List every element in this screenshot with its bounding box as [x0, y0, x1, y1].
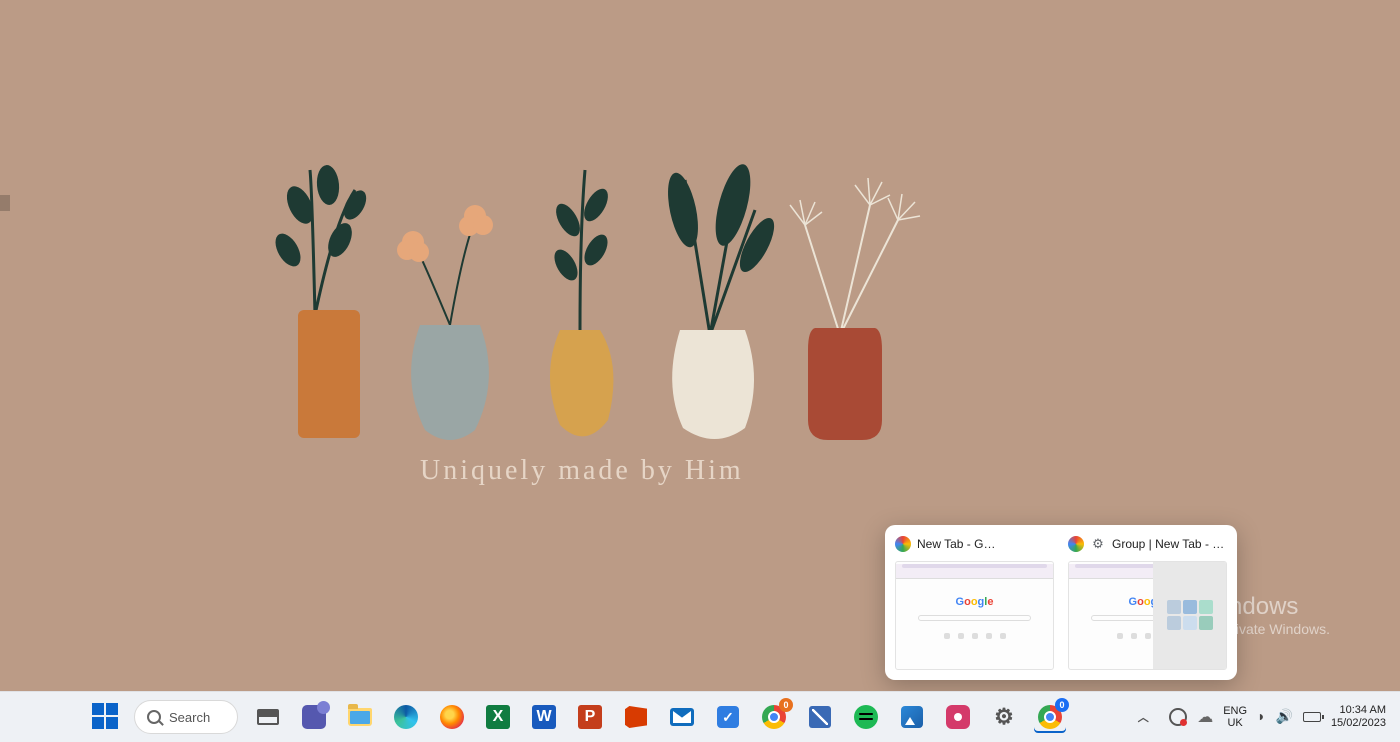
- desktop[interactable]: Uniquely made by Him Activate Windows Go…: [0, 0, 1400, 742]
- chevron-up-icon: ︿: [1138, 709, 1149, 725]
- edge-icon: [394, 705, 418, 729]
- sync-icon: [1169, 708, 1187, 726]
- preview-thumbnail: Google: [895, 561, 1054, 670]
- record-icon: [946, 705, 970, 729]
- firefox-icon: [440, 705, 464, 729]
- speaker-icon: 🔊: [1276, 708, 1293, 724]
- taskbar-search[interactable]: Search: [134, 700, 238, 734]
- excel-app[interactable]: [482, 701, 514, 733]
- desktop-edge-icon-fragment: [0, 195, 10, 211]
- chrome-app[interactable]: 0: [758, 701, 790, 733]
- language-indicator[interactable]: ENG UK: [1223, 705, 1247, 729]
- teams-app[interactable]: [298, 701, 330, 733]
- task-view-icon: [257, 709, 279, 725]
- preview-window-1[interactable]: New Tab - G… Google: [895, 535, 1054, 670]
- taskbar-clock[interactable]: 10:34 AM 15/02/2023: [1331, 704, 1386, 730]
- word-app[interactable]: [528, 701, 560, 733]
- wallpaper-caption: Uniquely made by Him: [420, 455, 744, 487]
- wallpaper-illustration: [270, 150, 950, 450]
- spotify-app[interactable]: [850, 701, 882, 733]
- tray-overflow-button[interactable]: ︿: [1127, 701, 1159, 733]
- onedrive-tray[interactable]: ☁: [1197, 707, 1213, 727]
- notification-badge: 0: [779, 698, 793, 712]
- mail-icon: [670, 708, 694, 726]
- powerpoint-icon: [578, 705, 602, 729]
- photos-app[interactable]: [896, 701, 928, 733]
- settings-app[interactable]: ⚙: [988, 701, 1020, 733]
- edge-app[interactable]: [390, 701, 422, 733]
- cloud-icon: ☁: [1197, 709, 1213, 726]
- search-label: Search: [169, 710, 210, 725]
- teams-icon: [302, 705, 326, 729]
- start-button[interactable]: [88, 700, 122, 734]
- notification-badge: 0: [1055, 698, 1069, 712]
- photos-icon: [901, 706, 923, 728]
- preview-thumbnail: Google: [1068, 561, 1227, 670]
- office-app[interactable]: [620, 701, 652, 733]
- taskbar: Search 0 ⚙ 0 ︿ ☁ ENG UK: [0, 691, 1400, 742]
- todo-app[interactable]: [712, 701, 744, 733]
- chrome-icon: [895, 536, 911, 552]
- battery-icon: [1303, 712, 1321, 722]
- folder-icon: [348, 708, 372, 726]
- mail-app[interactable]: [666, 701, 698, 733]
- preview-title: New Tab - G…: [917, 537, 1054, 551]
- office-icon: [625, 706, 647, 728]
- preview-group-secondary: [1153, 561, 1227, 670]
- clock-date: 15/02/2023: [1331, 717, 1386, 730]
- taskbar-preview-popup: New Tab - G… Google ⚙ Group | New Tab - …: [885, 525, 1237, 680]
- windows-logo-icon: [92, 703, 118, 729]
- excel-icon: [486, 705, 510, 729]
- diagnostics-icon: [809, 706, 831, 728]
- file-explorer-app[interactable]: [344, 701, 376, 733]
- gear-icon: ⚙: [1090, 536, 1106, 552]
- chrome-app-active[interactable]: 0: [1034, 701, 1066, 733]
- tray-sync-icon[interactable]: [1169, 708, 1187, 726]
- todo-icon: [717, 706, 739, 728]
- wifi-icon: ◗: [1257, 708, 1265, 724]
- wifi-tray[interactable]: ◗: [1257, 708, 1265, 726]
- clock-time: 10:34 AM: [1331, 704, 1386, 717]
- firefox-app[interactable]: [436, 701, 468, 733]
- search-icon: [147, 710, 161, 724]
- powerpoint-app[interactable]: [574, 701, 606, 733]
- volume-tray[interactable]: 🔊: [1276, 708, 1293, 726]
- recorder-app[interactable]: [942, 701, 974, 733]
- chrome-icon: [1068, 536, 1084, 552]
- preview-window-2[interactable]: ⚙ Group | New Tab - Google … Google: [1068, 535, 1227, 670]
- preview-title: Group | New Tab - Google …: [1112, 537, 1227, 551]
- language-line1: ENG: [1223, 705, 1247, 717]
- battery-tray[interactable]: [1303, 712, 1321, 722]
- word-icon: [532, 705, 556, 729]
- task-view-button[interactable]: [252, 701, 284, 733]
- diagnostics-app[interactable]: [804, 701, 836, 733]
- gear-icon: ⚙: [992, 705, 1016, 729]
- spotify-icon: [854, 705, 878, 729]
- language-line2: UK: [1223, 717, 1247, 729]
